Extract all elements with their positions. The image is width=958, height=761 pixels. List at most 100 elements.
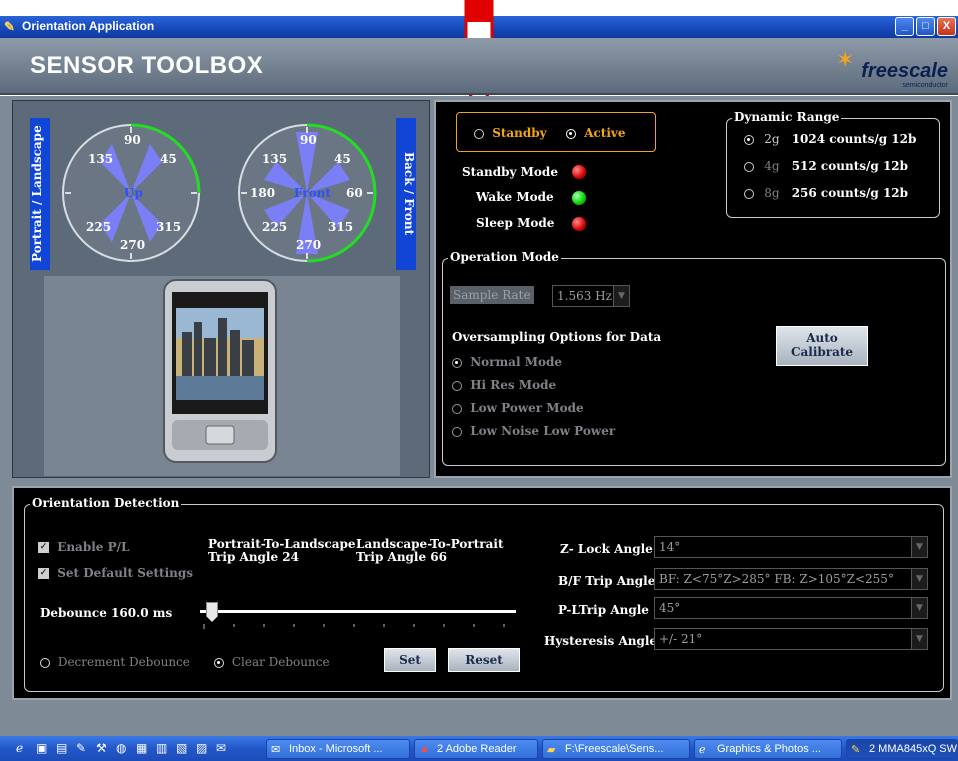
chevron-down-icon: ▼ [911, 629, 927, 649]
bf-label-90: 90 [300, 133, 317, 147]
bf-label-60: 60 [346, 186, 363, 200]
clear-debounce-row[interactable]: Clear Debounce [214, 655, 330, 669]
p2l-trip: Portrait-To-Landscape Trip Angle 24 [208, 538, 356, 564]
oversampling-option-lowpower[interactable]: Low Power Mode [452, 401, 584, 415]
bf-trip-label: B/F Trip Angle [558, 574, 656, 588]
chevron-down-icon: ▼ [911, 537, 927, 557]
active-radio-row[interactable]: Active [566, 126, 626, 140]
pl-label-45: 45 [160, 152, 177, 166]
hi-res-mode-radio[interactable] [452, 380, 462, 391]
sleep-led-icon [572, 217, 586, 231]
sample-rate-select[interactable]: 1.563 Hz ▼ [552, 285, 630, 307]
range-8g-radio[interactable] [744, 188, 754, 199]
taskbar-item-inbox[interactable]: ✉ Inbox - Microsoft ... [266, 739, 410, 759]
sleep-mode-label: Sleep Mode [476, 216, 555, 230]
default-settings-row[interactable]: ✓ Set Default Settings [38, 566, 193, 580]
mail-quicklaunch-icon[interactable]: ✉ [216, 741, 226, 755]
tool-quicklaunch-icon[interactable]: ⚒ [96, 741, 107, 755]
ie-icon: ℯ [699, 744, 706, 756]
close-button[interactable]: X [937, 17, 956, 36]
z-lock-select[interactable]: 14° ▼ [654, 536, 928, 558]
pl-label-225: 225 [86, 220, 112, 234]
active-radio[interactable] [566, 128, 576, 139]
pl-label-90: 90 [124, 133, 141, 147]
oversampling-option-hires[interactable]: Hi Res Mode [452, 378, 556, 392]
bf-center-label: Front [294, 186, 331, 200]
debounce-label: Debounce 160.0 ms [40, 606, 173, 620]
taskbar-item-mma845x[interactable]: ✎ 2 MMA845xQ SW [846, 739, 958, 759]
window-quicklaunch-icon[interactable]: ▥ [156, 741, 167, 755]
bf-trip-select[interactable]: BF: Z<75°Z>285° FB: Z>105°Z<255° ▼ [654, 568, 928, 590]
taskbar-item-ie[interactable]: ℯ Graphics & Photos ... [694, 739, 842, 759]
low-power-mode-radio[interactable] [452, 403, 462, 414]
bf-label-180: 180 [250, 186, 276, 200]
active-label: Active [584, 126, 626, 140]
hysteresis-select[interactable]: +/- 21° ▼ [654, 628, 928, 650]
chevron-down-icon: ▼ [613, 286, 629, 306]
decrement-debounce-label: Decrement Debounce [57, 655, 190, 669]
range-4g-g: 4g [764, 159, 780, 173]
image-quicklaunch-icon[interactable]: ▨ [196, 741, 207, 755]
slider-ticks [203, 624, 505, 629]
range-4g-radio[interactable] [744, 161, 754, 172]
auto-calibrate-button[interactable]: Auto Calibrate [776, 326, 868, 366]
bf-label-45: 45 [334, 152, 351, 166]
pl-trip-select[interactable]: 45° ▼ [654, 597, 928, 619]
wake-mode-label: Wake Mode [476, 190, 554, 204]
pl-label-315: 315 [156, 220, 182, 234]
range-2g-radio[interactable] [744, 134, 754, 145]
standby-radio[interactable] [474, 128, 484, 139]
p2l-angle: Trip Angle 24 [208, 550, 300, 564]
bf-side-label: Back / Front [396, 118, 416, 270]
ie-quicklaunch-icon[interactable]: ℯ [16, 741, 23, 755]
normal-mode-radio[interactable] [452, 357, 462, 368]
default-settings-checkbox[interactable]: ✓ [38, 568, 49, 579]
chevron-down-icon: ▼ [911, 598, 927, 618]
taskbar-item-label: 2 MMA845xQ SW [869, 743, 958, 755]
hysteresis-value: +/- 21° [659, 632, 703, 646]
enable-pl-row[interactable]: ✓ Enable P/L [38, 540, 129, 554]
maximize-button[interactable]: □ [916, 17, 935, 36]
set-button[interactable]: Set [384, 648, 436, 672]
range-8g-g: 8g [764, 186, 780, 200]
decrement-debounce-row[interactable]: Decrement Debounce [40, 655, 190, 669]
taskbar-item-folder[interactable]: ▰ F:\Freescale\Sens... [542, 739, 690, 759]
standby-label: Standby [492, 126, 547, 140]
bf-trip-value: BF: Z<75°Z>285° FB: Z>105°Z<255° [659, 572, 894, 586]
pl-side-label: Portrait / Landscape [30, 118, 50, 270]
globe-quicklaunch-icon[interactable]: ◍ [116, 741, 126, 755]
oversampling-option-normal[interactable]: Normal Mode [452, 355, 562, 369]
low-noise-radio[interactable] [452, 426, 462, 437]
minimize-button[interactable]: _ [895, 17, 914, 36]
chart-quicklaunch-icon[interactable]: ▧ [176, 741, 187, 755]
hi-res-mode-label: Hi Res Mode [470, 378, 557, 392]
debounce-slider-thumb[interactable] [206, 602, 218, 622]
normal-mode-label: Normal Mode [470, 355, 563, 369]
calendar-quicklaunch-icon[interactable]: ▦ [136, 741, 147, 755]
enable-pl-checkbox[interactable]: ✓ [38, 542, 49, 553]
range-option-4g[interactable]: 4g 512 counts/g 12b [744, 159, 908, 173]
range-2g-g: 2g [764, 132, 780, 146]
taskbar-item-label: Graphics & Photos ... [717, 743, 821, 755]
range-option-2g[interactable]: 2g 1024 counts/g 12b [744, 132, 916, 146]
taskbar-item-label: 2 Adobe Reader [437, 743, 517, 755]
range-option-8g[interactable]: 8g 256 counts/g 12b [744, 186, 908, 200]
mail-icon: ✉ [271, 744, 281, 756]
paint-quicklaunch-icon[interactable]: ✎ [76, 741, 86, 755]
bf-label-135: 135 [262, 152, 288, 166]
quicklaunch-icon[interactable]: ▣ [36, 741, 47, 755]
standby-radio-row[interactable]: Standby [474, 126, 547, 140]
folder-quicklaunch-icon[interactable]: ▤ [56, 741, 67, 755]
debounce-slider[interactable] [200, 602, 516, 634]
reset-button[interactable]: Reset [448, 648, 520, 672]
pl-center-label: Up [124, 186, 143, 200]
clear-debounce-radio[interactable] [214, 657, 224, 668]
taskbar-item-adobe[interactable]: ▲ 2 Adobe Reader [414, 739, 538, 759]
taskbar-item-label: Inbox - Microsoft ... [289, 743, 383, 755]
app-icon: ✎ [4, 19, 15, 34]
bf-label-315: 315 [328, 220, 354, 234]
oversampling-title: Oversampling Options for Data [452, 330, 662, 344]
sample-rate-label: Sample Rate [450, 286, 534, 304]
oversampling-option-lownoise[interactable]: Low Noise Low Power [452, 424, 615, 438]
decrement-debounce-radio[interactable] [40, 657, 50, 668]
